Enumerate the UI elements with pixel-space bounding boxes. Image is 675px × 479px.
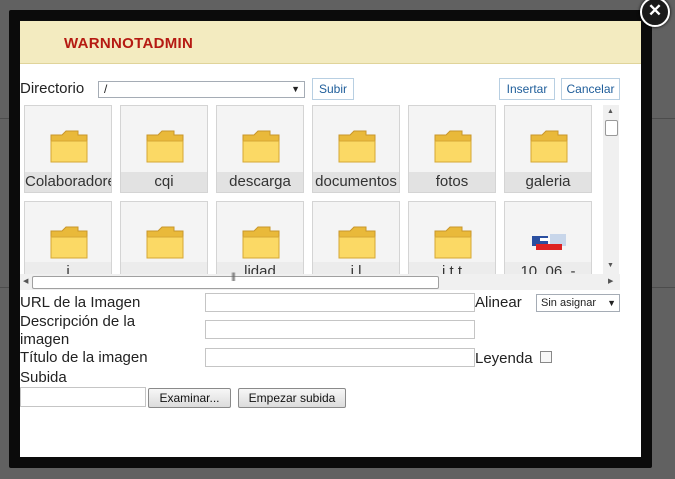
align-value: Sin asignar: [541, 297, 597, 309]
cancel-button[interactable]: Cancelar: [561, 78, 620, 100]
folder-icon: [50, 130, 88, 163]
dialog-header: WARNNOTADMIN: [20, 21, 641, 64]
scroll-right-icon[interactable]: ▶: [608, 277, 613, 285]
directory-select[interactable]: / ▼: [98, 81, 305, 98]
chevron-down-icon: ▼: [607, 298, 616, 308]
tile-label: lidad: [217, 262, 303, 274]
start-upload-button[interactable]: Empezar subida: [238, 388, 346, 408]
tile-label: i t t: [409, 262, 495, 274]
url-input[interactable]: [205, 293, 475, 312]
folder-icon: [50, 226, 88, 259]
url-label: URL de la Imagen: [20, 294, 141, 311]
folder-icon: [434, 226, 472, 259]
scrollbar-thumb[interactable]: [32, 276, 439, 289]
folder-icon: [146, 130, 184, 163]
folder-tile[interactable]: fotos: [408, 105, 496, 193]
image-thumbnail-icon: [532, 234, 566, 250]
folder-tile[interactable]: i l: [312, 201, 400, 274]
horizontal-scrollbar[interactable]: ◀ ||| ▶: [20, 271, 620, 290]
up-button[interactable]: Subir: [312, 78, 354, 100]
tile-label: [121, 262, 207, 274]
align-select[interactable]: Sin asignar ▼: [536, 294, 620, 312]
folder-tile[interactable]: documentos: [312, 105, 400, 193]
tile-label: documentos: [313, 172, 399, 192]
folder-icon: [242, 130, 280, 163]
description-label-line2: imagen: [20, 331, 70, 348]
directory-value: /: [104, 82, 108, 96]
caption-checkbox[interactable]: [540, 351, 552, 363]
folder-tile[interactable]: descarga: [216, 105, 304, 193]
directory-label: Directorio: [20, 80, 85, 97]
tile-label: fotos: [409, 172, 495, 192]
folder-icon: [530, 130, 568, 163]
description-input[interactable]: [205, 320, 475, 339]
folder-icon: [434, 130, 472, 163]
vertical-scrollbar[interactable]: ▲ ▼: [603, 105, 619, 274]
dialog-title: WARNNOTADMIN: [64, 35, 194, 52]
tile-label: i l: [313, 262, 399, 274]
folder-tile[interactable]: Colaboradores: [24, 105, 112, 193]
chevron-down-icon: ▼: [291, 84, 300, 94]
folder-tile[interactable]: [120, 201, 208, 274]
image-title-input[interactable]: [205, 348, 475, 367]
browse-button[interactable]: Examinar...: [148, 388, 231, 408]
folder-tile[interactable]: lidad: [216, 201, 304, 274]
tile-label: descarga: [217, 172, 303, 192]
scroll-left-icon[interactable]: ◀: [23, 277, 28, 285]
tile-label: 10_06_-: [505, 262, 591, 274]
folder-icon: [146, 226, 184, 259]
folder-tile[interactable]: i t t: [408, 201, 496, 274]
folder-tile[interactable]: galeria: [504, 105, 592, 193]
folder-tile[interactable]: i: [24, 201, 112, 274]
file-grid: Colaboradores cqi descarga documentos fo…: [20, 105, 620, 274]
scroll-down-icon[interactable]: ▼: [607, 262, 614, 269]
image-tile[interactable]: 10_06_-: [504, 201, 592, 274]
folder-icon: [338, 226, 376, 259]
tile-label: galeria: [505, 172, 591, 192]
scroll-up-icon[interactable]: ▲: [607, 108, 614, 115]
folder-tile[interactable]: cqi: [120, 105, 208, 193]
tile-label: cqi: [121, 172, 207, 192]
tile-label: i: [25, 262, 111, 274]
scrollbar-grip-icon: |||: [231, 271, 236, 281]
align-label: Alinear: [475, 294, 522, 311]
folder-icon: [242, 226, 280, 259]
folder-icon: [338, 130, 376, 163]
file-path-input[interactable]: [20, 387, 146, 407]
scrollbar-thumb[interactable]: [605, 120, 618, 136]
image-manager-dialog: WARNNOTADMIN Directorio / ▼ Subir Insert…: [20, 21, 641, 457]
description-label-line1: Descripción de la: [20, 313, 136, 330]
insert-button[interactable]: Insertar: [499, 78, 555, 100]
image-title-label: Título de la imagen: [20, 349, 148, 366]
caption-label: Leyenda: [475, 350, 533, 367]
tile-label: Colaboradores: [25, 172, 111, 192]
uploaded-label: Subida: [20, 369, 67, 386]
